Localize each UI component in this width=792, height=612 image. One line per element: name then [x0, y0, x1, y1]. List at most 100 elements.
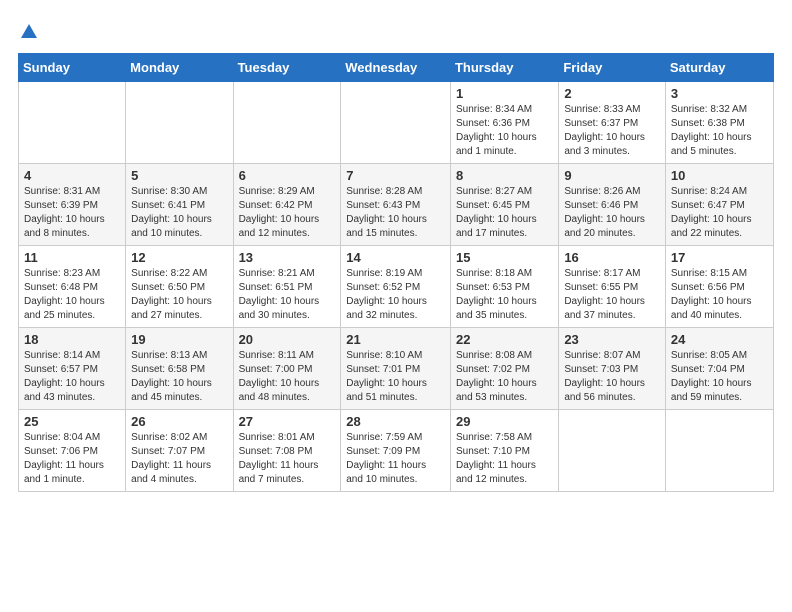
- day-info: Sunrise: 8:24 AM Sunset: 6:47 PM Dayligh…: [671, 185, 768, 241]
- day-cell-29: 29 Sunrise: 7:58 AM Sunset: 7:10 PM Dayli…: [450, 410, 558, 492]
- day-info: Sunrise: 8:02 AM Sunset: 7:07 PM Dayligh…: [131, 431, 227, 487]
- day-cell-25: 25Sunrise: 8:04 AM Sunset: 7:06 PM Dayli…: [19, 410, 126, 492]
- day-number: 3: [671, 86, 768, 101]
- day-info: Sunrise: 8:34 AM Sunset: 6:36 PM Dayligh…: [456, 103, 553, 159]
- empty-cell: [19, 82, 126, 164]
- day-cell-3: 3 Sunrise: 8:32 AM Sunset: 6:38 PM Daylig…: [665, 82, 773, 164]
- calendar-table: SundayMondayTuesdayWednesdayThursdayFrid…: [18, 53, 774, 492]
- logo-arrow-icon: [20, 22, 38, 40]
- day-cell-10: 10 Sunrise: 8:24 AM Sunset: 6:47 PM Dayli…: [665, 164, 773, 246]
- day-cell-5: 5 Sunrise: 8:30 AM Sunset: 6:41 PM Daylig…: [126, 164, 233, 246]
- day-number: 21: [346, 332, 445, 347]
- day-cell-21: 21 Sunrise: 8:10 AM Sunset: 7:01 PM Dayli…: [341, 328, 451, 410]
- day-info: Sunrise: 8:07 AM Sunset: 7:03 PM Dayligh…: [564, 349, 660, 405]
- day-cell-18: 18 Sunrise: 8:14 AM Sunset: 6:57 PM Dayli…: [19, 328, 126, 410]
- week-row-2: 4 Sunrise: 8:31 AM Sunset: 6:39 PM Daylig…: [19, 164, 774, 246]
- week-row-4: 18 Sunrise: 8:14 AM Sunset: 6:57 PM Dayli…: [19, 328, 774, 410]
- day-number: 9: [564, 168, 660, 183]
- header-friday: Friday: [559, 54, 666, 82]
- day-info: Sunrise: 8:31 AM Sunset: 6:39 PM Dayligh…: [24, 185, 120, 241]
- day-number: 16: [564, 250, 660, 265]
- day-cell-27: 27Sunrise: 8:01 AM Sunset: 7:08 PM Dayli…: [233, 410, 341, 492]
- day-info: Sunrise: 8:30 AM Sunset: 6:41 PM Dayligh…: [131, 185, 227, 241]
- day-number: 14: [346, 250, 445, 265]
- day-cell-1: 1 Sunrise: 8:34 AM Sunset: 6:36 PM Daylig…: [450, 82, 558, 164]
- day-info: Sunrise: 8:13 AM Sunset: 6:58 PM Dayligh…: [131, 349, 227, 405]
- day-info: Sunrise: 8:26 AM Sunset: 6:46 PM Dayligh…: [564, 185, 660, 241]
- header-monday: Monday: [126, 54, 233, 82]
- page-container: SundayMondayTuesdayWednesdayThursdayFrid…: [0, 0, 792, 502]
- day-info: Sunrise: 7:58 AM Sunset: 7:10 PM Dayligh…: [456, 431, 553, 487]
- day-number: 12: [131, 250, 227, 265]
- week-row-1: 1 Sunrise: 8:34 AM Sunset: 6:36 PM Daylig…: [19, 82, 774, 164]
- day-info: Sunrise: 7:59 AM Sunset: 7:09 PM Dayligh…: [346, 431, 445, 487]
- day-cell-11: 11Sunrise: 8:23 AM Sunset: 6:48 PM Dayli…: [19, 246, 126, 328]
- day-info: Sunrise: 8:19 AM Sunset: 6:52 PM Dayligh…: [346, 267, 445, 323]
- day-number: 17: [671, 250, 768, 265]
- day-cell-6: 6 Sunrise: 8:29 AM Sunset: 6:42 PM Daylig…: [233, 164, 341, 246]
- day-cell-22: 22 Sunrise: 8:08 AM Sunset: 7:02 PM Dayli…: [450, 328, 558, 410]
- day-number: 4: [24, 168, 120, 183]
- day-number: 23: [564, 332, 660, 347]
- day-number: 18: [24, 332, 120, 347]
- day-number: 6: [239, 168, 336, 183]
- day-info: Sunrise: 8:32 AM Sunset: 6:38 PM Dayligh…: [671, 103, 768, 159]
- empty-cell: [559, 410, 666, 492]
- day-number: 1: [456, 86, 553, 101]
- day-info: Sunrise: 8:15 AM Sunset: 6:56 PM Dayligh…: [671, 267, 768, 323]
- day-cell-2: 2 Sunrise: 8:33 AM Sunset: 6:37 PM Daylig…: [559, 82, 666, 164]
- header-row-days: SundayMondayTuesdayWednesdayThursdayFrid…: [19, 54, 774, 82]
- day-cell-16: 16 Sunrise: 8:17 AM Sunset: 6:55 PM Dayli…: [559, 246, 666, 328]
- header-saturday: Saturday: [665, 54, 773, 82]
- day-number: 13: [239, 250, 336, 265]
- day-cell-12: 12 Sunrise: 8:22 AM Sunset: 6:50 PM Dayli…: [126, 246, 233, 328]
- header-sunday: Sunday: [19, 54, 126, 82]
- day-info: Sunrise: 8:14 AM Sunset: 6:57 PM Dayligh…: [24, 349, 120, 405]
- day-info: Sunrise: 8:10 AM Sunset: 7:01 PM Dayligh…: [346, 349, 445, 405]
- day-cell-26: 26 Sunrise: 8:02 AM Sunset: 7:07 PM Dayli…: [126, 410, 233, 492]
- day-cell-19: 19Sunrise: 8:13 AM Sunset: 6:58 PM Dayli…: [126, 328, 233, 410]
- day-number: 5: [131, 168, 227, 183]
- day-number: 10: [671, 168, 768, 183]
- day-number: 15: [456, 250, 553, 265]
- week-row-3: 11Sunrise: 8:23 AM Sunset: 6:48 PM Dayli…: [19, 246, 774, 328]
- day-cell-4: 4 Sunrise: 8:31 AM Sunset: 6:39 PM Daylig…: [19, 164, 126, 246]
- day-info: Sunrise: 8:33 AM Sunset: 6:37 PM Dayligh…: [564, 103, 660, 159]
- day-number: 20: [239, 332, 336, 347]
- day-number: 2: [564, 86, 660, 101]
- header-wednesday: Wednesday: [341, 54, 451, 82]
- empty-cell: [341, 82, 451, 164]
- day-number: 28: [346, 414, 445, 429]
- day-info: Sunrise: 8:27 AM Sunset: 6:45 PM Dayligh…: [456, 185, 553, 241]
- day-cell-23: 23 Sunrise: 8:07 AM Sunset: 7:03 PM Dayli…: [559, 328, 666, 410]
- day-number: 29: [456, 414, 553, 429]
- day-info: Sunrise: 8:22 AM Sunset: 6:50 PM Dayligh…: [131, 267, 227, 323]
- day-cell-24: 24 Sunrise: 8:05 AM Sunset: 7:04 PM Dayli…: [665, 328, 773, 410]
- header-tuesday: Tuesday: [233, 54, 341, 82]
- day-number: 24: [671, 332, 768, 347]
- empty-cell: [233, 82, 341, 164]
- day-info: Sunrise: 8:18 AM Sunset: 6:53 PM Dayligh…: [456, 267, 553, 323]
- day-cell-28: 28 Sunrise: 7:59 AM Sunset: 7:09 PM Dayli…: [341, 410, 451, 492]
- header-row: [18, 18, 774, 45]
- empty-cell: [665, 410, 773, 492]
- day-cell-13: 13Sunrise: 8:21 AM Sunset: 6:51 PM Dayli…: [233, 246, 341, 328]
- day-info: Sunrise: 8:28 AM Sunset: 6:43 PM Dayligh…: [346, 185, 445, 241]
- week-row-5: 25Sunrise: 8:04 AM Sunset: 7:06 PM Dayli…: [19, 410, 774, 492]
- day-info: Sunrise: 8:05 AM Sunset: 7:04 PM Dayligh…: [671, 349, 768, 405]
- day-info: Sunrise: 8:17 AM Sunset: 6:55 PM Dayligh…: [564, 267, 660, 323]
- day-info: Sunrise: 8:23 AM Sunset: 6:48 PM Dayligh…: [24, 267, 120, 323]
- day-cell-8: 8Sunrise: 8:27 AM Sunset: 6:45 PM Daylig…: [450, 164, 558, 246]
- day-info: Sunrise: 8:29 AM Sunset: 6:42 PM Dayligh…: [239, 185, 336, 241]
- day-number: 22: [456, 332, 553, 347]
- header-thursday: Thursday: [450, 54, 558, 82]
- day-info: Sunrise: 8:04 AM Sunset: 7:06 PM Dayligh…: [24, 431, 120, 487]
- day-number: 26: [131, 414, 227, 429]
- day-cell-14: 14 Sunrise: 8:19 AM Sunset: 6:52 PM Dayli…: [341, 246, 451, 328]
- day-info: Sunrise: 8:08 AM Sunset: 7:02 PM Dayligh…: [456, 349, 553, 405]
- day-cell-20: 20 Sunrise: 8:11 AM Sunset: 7:00 PM Dayli…: [233, 328, 341, 410]
- day-cell-9: 9 Sunrise: 8:26 AM Sunset: 6:46 PM Daylig…: [559, 164, 666, 246]
- day-cell-15: 15 Sunrise: 8:18 AM Sunset: 6:53 PM Dayli…: [450, 246, 558, 328]
- day-info: Sunrise: 8:11 AM Sunset: 7:00 PM Dayligh…: [239, 349, 336, 405]
- logo: [18, 22, 38, 45]
